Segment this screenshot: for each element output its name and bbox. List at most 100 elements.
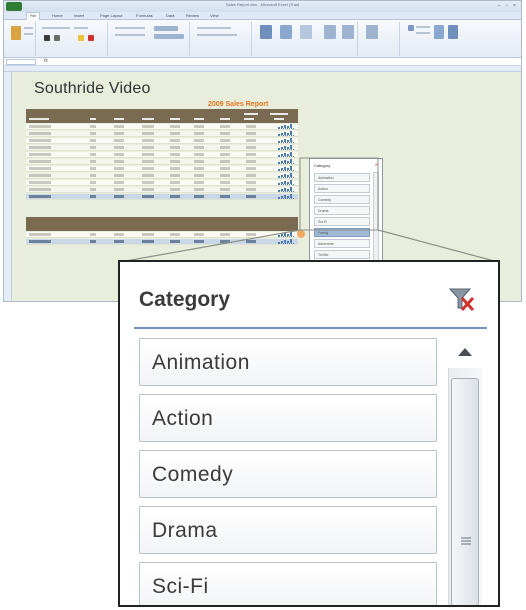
tab-review[interactable]: Review bbox=[186, 13, 199, 18]
table-cell bbox=[114, 139, 124, 142]
mini-slicer-item[interactable]: Thriller bbox=[314, 250, 370, 259]
window-controls[interactable]: – ▫ × bbox=[498, 3, 518, 9]
sort-filter-icon[interactable] bbox=[434, 25, 444, 39]
ribbon-tabs: File Home Insert Page Layout Formulas Da… bbox=[4, 12, 521, 20]
tab-data[interactable]: Data bbox=[166, 13, 174, 18]
slicer-item-comedy[interactable]: Comedy bbox=[139, 450, 437, 498]
table-cell bbox=[114, 167, 124, 170]
table-cell bbox=[194, 125, 204, 128]
table-cell bbox=[90, 139, 96, 142]
delete-cells-icon[interactable] bbox=[342, 25, 354, 39]
table-cell bbox=[170, 240, 180, 243]
table-row[interactable] bbox=[26, 173, 298, 179]
table-cell bbox=[170, 146, 180, 149]
slicer-item-action[interactable]: Action bbox=[139, 394, 437, 442]
table-cell bbox=[246, 181, 256, 184]
wrap-text-icon[interactable] bbox=[154, 26, 178, 31]
clear-filter-icon[interactable] bbox=[448, 286, 476, 312]
mini-slicer-item[interactable]: Animation bbox=[314, 173, 370, 182]
tab-file[interactable]: File bbox=[26, 12, 41, 20]
tab-home[interactable]: Home bbox=[52, 13, 63, 18]
format-as-table-icon[interactable] bbox=[280, 25, 292, 39]
table-cell bbox=[114, 195, 124, 198]
table-cell bbox=[220, 174, 230, 177]
scroll-up-arrow-icon[interactable] bbox=[448, 338, 482, 366]
mini-slicer-item[interactable]: Sci-Fi bbox=[314, 217, 370, 226]
mini-slicer-item[interactable]: Adventure bbox=[314, 239, 370, 248]
slicer-item-animation[interactable]: Animation bbox=[139, 338, 437, 386]
slicer-item-sci-fi[interactable]: Sci-Fi bbox=[139, 562, 437, 605]
table-row[interactable] bbox=[26, 159, 298, 165]
table-row[interactable] bbox=[26, 232, 298, 238]
table-row[interactable] bbox=[26, 138, 298, 144]
sparkline-icon bbox=[278, 239, 294, 244]
table-cell bbox=[194, 240, 204, 243]
table-cell bbox=[142, 125, 154, 128]
name-box[interactable] bbox=[6, 59, 36, 65]
table-cell bbox=[220, 160, 230, 163]
slicer-item-drama[interactable]: Drama bbox=[139, 506, 437, 554]
table-cell bbox=[142, 233, 154, 236]
insert-cells-icon[interactable] bbox=[324, 25, 336, 39]
table-cell bbox=[220, 125, 230, 128]
mini-slicer-item-selected[interactable]: Family bbox=[314, 228, 370, 237]
mini-slicer-item[interactable]: Comedy bbox=[314, 195, 370, 204]
table-cell bbox=[114, 233, 124, 236]
fx-icon[interactable]: fx bbox=[44, 58, 48, 64]
mini-clear-filter-icon[interactable]: ✕ bbox=[375, 162, 378, 167]
table-cell bbox=[142, 132, 154, 135]
table-cell bbox=[246, 233, 256, 236]
tab-view[interactable]: View bbox=[210, 13, 219, 18]
table-row[interactable] bbox=[26, 152, 298, 158]
mini-slicer-item[interactable]: Action bbox=[314, 184, 370, 193]
table-row[interactable] bbox=[26, 187, 298, 193]
slicer-item-label: Animation bbox=[152, 351, 250, 374]
table-row[interactable] bbox=[26, 166, 298, 172]
table-cell bbox=[170, 125, 180, 128]
grand-total-row[interactable] bbox=[26, 194, 298, 200]
tab-page-layout[interactable]: Page Layout bbox=[100, 13, 122, 18]
table-cell bbox=[194, 167, 204, 170]
editing-group bbox=[402, 22, 462, 56]
sheet-heading: Southride Video bbox=[34, 80, 151, 97]
table-row[interactable] bbox=[26, 180, 298, 186]
alignment-group bbox=[110, 22, 190, 56]
scroll-thumb[interactable] bbox=[451, 378, 479, 605]
fill-color-icon[interactable] bbox=[78, 35, 84, 41]
table-cell bbox=[114, 160, 124, 163]
mini-slicer-item[interactable]: Drama bbox=[314, 206, 370, 215]
table-row[interactable] bbox=[26, 131, 298, 137]
table-cell bbox=[194, 139, 204, 142]
cell-styles-icon[interactable] bbox=[300, 25, 312, 39]
merge-center-icon[interactable] bbox=[154, 34, 184, 39]
table-cell bbox=[114, 174, 124, 177]
table-cell bbox=[114, 132, 124, 135]
table-cell bbox=[29, 181, 51, 184]
table-cell bbox=[90, 174, 96, 177]
tab-insert[interactable]: Insert bbox=[74, 13, 84, 18]
table-cell bbox=[194, 195, 204, 198]
grand-total-row[interactable] bbox=[26, 239, 298, 245]
find-select-icon[interactable] bbox=[448, 25, 458, 39]
table-row[interactable] bbox=[26, 124, 298, 130]
table-cell bbox=[170, 188, 180, 191]
paste-icon[interactable] bbox=[11, 26, 21, 40]
grip-lines-icon bbox=[461, 537, 471, 545]
table-cell bbox=[29, 233, 51, 236]
table-cell bbox=[170, 181, 180, 184]
table-row[interactable] bbox=[26, 145, 298, 151]
table-cell bbox=[29, 174, 51, 177]
table-cell bbox=[29, 195, 51, 198]
bold-icon[interactable] bbox=[44, 35, 50, 41]
italic-icon[interactable] bbox=[54, 35, 60, 41]
tab-formulas[interactable]: Formulas bbox=[136, 13, 153, 18]
conditional-formatting-icon[interactable] bbox=[260, 25, 272, 39]
table-cell bbox=[246, 153, 256, 156]
font-color-icon[interactable] bbox=[88, 35, 94, 41]
format-cells-icon[interactable] bbox=[366, 25, 378, 39]
slicer-scrollbar[interactable] bbox=[448, 338, 482, 605]
magnifier-anchor bbox=[297, 230, 305, 238]
category-slicer-zoomed[interactable]: Category Animation Action Comedy Drama S… bbox=[118, 260, 500, 607]
autosum-icon[interactable] bbox=[408, 25, 414, 31]
sparkline-icon bbox=[278, 145, 294, 150]
